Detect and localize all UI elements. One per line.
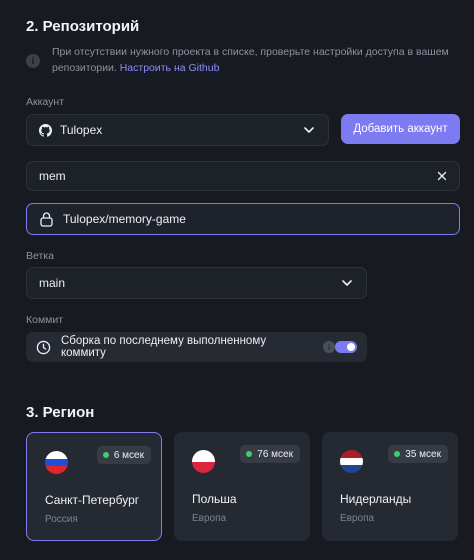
clear-icon[interactable] (437, 171, 447, 181)
repo-search-input[interactable] (39, 169, 437, 183)
region-card-spb[interactable]: 6 мсек Санкт-Петербург Россия (26, 432, 162, 541)
branch-select[interactable]: main (26, 267, 367, 299)
ping-value: 76 мсек (257, 448, 293, 460)
commit-option-row: Сборка по последнему выполненному коммит… (26, 332, 367, 362)
info-icon: i (26, 54, 40, 68)
flag-netherlands-icon (340, 450, 363, 473)
commit-toggle[interactable] (335, 341, 357, 353)
region-name: Санкт-Петербург (45, 493, 140, 507)
account-value: Tulopex (60, 123, 103, 137)
account-label: Аккаунт (26, 96, 65, 108)
region-country: Россия (45, 514, 78, 525)
repo-search-field[interactable] (26, 161, 460, 191)
region-area: Европа (192, 513, 227, 524)
commit-option-text: Сборка по последнему выполненному коммит… (60, 335, 267, 359)
status-dot-icon (246, 451, 253, 457)
commit-label: Коммит (26, 314, 64, 326)
ping-value: 6 мсек (113, 449, 144, 461)
lock-icon (40, 211, 53, 227)
flag-stripe (340, 465, 363, 473)
status-dot-icon (394, 451, 401, 457)
region-card-poland[interactable]: 76 мсек Польша Европа (174, 432, 310, 541)
repo-name: Tulopex/memory-game (63, 212, 186, 226)
account-select[interactable]: Tulopex (26, 114, 329, 146)
github-settings-link[interactable]: Настроить на Github (120, 62, 220, 74)
ping-value: 35 мсек (405, 448, 441, 460)
github-icon (39, 123, 52, 137)
info-text: При отсутствии нужного проекта в списке,… (52, 40, 460, 76)
clock-icon (36, 340, 51, 354)
branch-value: main (39, 276, 66, 290)
region-section-title: 3. Регион (26, 404, 95, 421)
flag-stripe (340, 457, 363, 466)
branch-label: Ветка (26, 250, 54, 262)
region-area: Европа (340, 513, 375, 524)
access-info-box: i При отсутствии нужного проекта в списк… (26, 40, 460, 80)
status-dot-icon (102, 452, 109, 458)
region-cards: 6 мсек Санкт-Петербург Россия 76 мсек По… (26, 432, 458, 541)
region-card-netherlands[interactable]: 35 мсек Нидерланды Европа (322, 432, 458, 541)
chevron-down-icon (304, 127, 314, 133)
ping-badge: 76 мсек (240, 445, 300, 463)
deploy-settings-page: 2. Репозиторий i При отсутствии нужного … (0, 0, 474, 560)
info-message: При отсутствии нужного проекта в списке,… (52, 46, 449, 74)
ping-badge: 35 мсек (388, 445, 448, 463)
region-name: Нидерланды (340, 492, 412, 506)
flag-stripe (192, 461, 215, 473)
ping-badge: 6 мсек (96, 446, 151, 464)
add-account-button[interactable]: Добавить аккаунт (341, 114, 460, 144)
flag-stripe (45, 451, 68, 459)
flag-stripe (45, 458, 68, 467)
flag-stripe (192, 450, 215, 462)
flag-stripe (45, 466, 68, 474)
info-icon[interactable]: i (323, 341, 336, 353)
flag-russia-icon (45, 451, 68, 474)
chevron-down-icon (342, 280, 352, 286)
flag-stripe (340, 450, 363, 458)
flag-poland-icon (192, 450, 215, 473)
repo-list-item[interactable]: Tulopex/memory-game (26, 203, 460, 235)
repository-section-title: 2. Репозиторий (26, 18, 140, 35)
region-name: Польша (192, 492, 237, 506)
